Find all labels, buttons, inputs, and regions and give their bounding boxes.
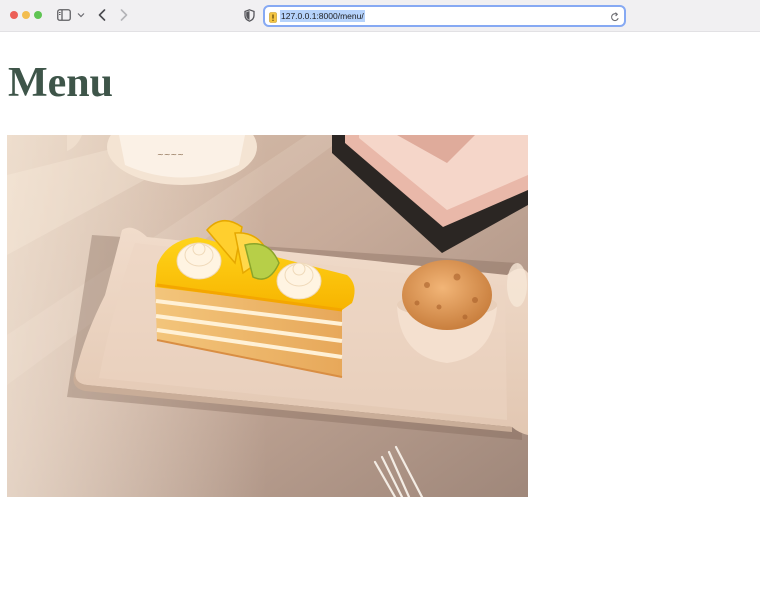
page-title: Menu: [8, 60, 113, 106]
close-window-button[interactable]: [10, 11, 18, 19]
shield-icon[interactable]: [242, 6, 256, 24]
sidebar-icon[interactable]: [56, 6, 72, 24]
url-text[interactable]: 127.0.0.1:8000/menu/: [280, 10, 365, 22]
zoom-window-button[interactable]: [34, 11, 42, 19]
browser-toolbar: 127.0.0.1:8000/menu/: [0, 0, 760, 32]
chevron-right-icon: [120, 9, 128, 21]
reload-icon[interactable]: [610, 10, 620, 22]
address-bar[interactable]: 127.0.0.1:8000/menu/: [263, 5, 626, 27]
chevron-down-icon[interactable]: [76, 6, 86, 24]
chevron-left-icon: [98, 9, 106, 21]
minimize-window-button[interactable]: [22, 11, 30, 19]
forward-button[interactable]: [118, 6, 130, 24]
svg-text:~~~~: ~~~~: [157, 150, 184, 159]
back-button[interactable]: [96, 6, 108, 24]
page-warning-icon: [269, 10, 277, 23]
menu-hero-image: ~~~~: [7, 135, 528, 497]
cake-photo: ~~~~: [7, 135, 528, 497]
